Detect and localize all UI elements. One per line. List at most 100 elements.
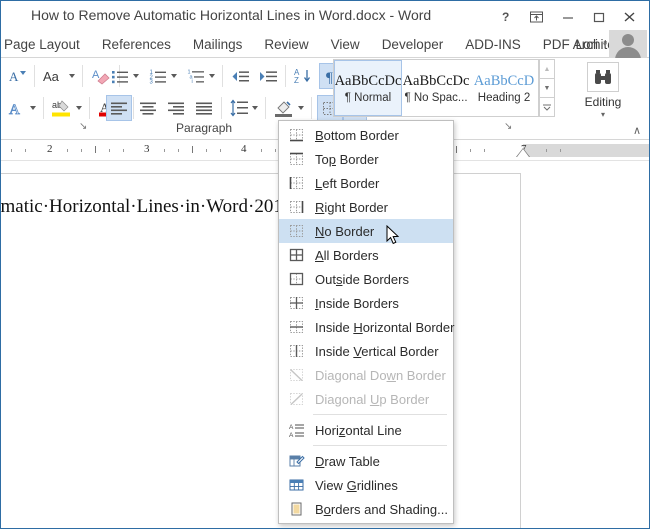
help-icon[interactable]: ? (490, 3, 521, 31)
menu-item-no-border[interactable]: No Border (279, 219, 453, 243)
divider (34, 65, 35, 87)
close-icon[interactable] (614, 3, 645, 31)
menu-item-label: Outside Borders (315, 271, 409, 287)
menu-item-label: Diagonal Down Border (315, 367, 446, 383)
avatar[interactable] (609, 30, 647, 58)
text-effects-button[interactable]: A (5, 95, 38, 121)
editing-group: Editing ▾ (575, 59, 631, 129)
ruler-number-2: 2 (47, 143, 53, 155)
minimize-icon[interactable] (552, 3, 583, 31)
menu-item-draw-table[interactable]: Draw Table (279, 449, 453, 473)
style-item-normal[interactable]: AaBbCcDc ¶ Normal (334, 60, 402, 116)
menu-item-label: View Gridlines (315, 477, 398, 493)
menu-item-label: Draw Table (315, 453, 380, 469)
increase-indent-button[interactable] (256, 63, 280, 89)
styles-scroll-down-button[interactable]: ▼ (539, 79, 555, 98)
menu-item-top-border[interactable]: Top Border (279, 147, 453, 171)
justify-button[interactable] (192, 95, 216, 121)
menu-item-inside-vertical-border[interactable]: Inside Vertical Border (279, 339, 453, 363)
shading-button[interactable] (271, 95, 306, 121)
menu-item-label: Borders and Shading... (315, 501, 448, 517)
borders-dropdown-menu: Bottom Border Top Border Left Border Rig… (278, 120, 454, 524)
paragraph-group-row-1: 1 2 3 1 a i A Z ¶ (109, 61, 343, 91)
divider (221, 97, 222, 119)
divider (285, 65, 286, 87)
border-all-icon (283, 243, 309, 267)
menu-item-left-border[interactable]: Left Border (279, 171, 453, 195)
editing-chevron-down-icon[interactable]: ▾ (601, 110, 605, 119)
align-center-button[interactable] (136, 95, 160, 121)
menu-item-inside-borders[interactable]: Inside Borders (279, 291, 453, 315)
menu-item-label: Inside Horizontal Border (315, 319, 455, 335)
style-preview: AaBbCcDc (334, 72, 402, 89)
svg-text:i: i (192, 79, 193, 85)
collapse-ribbon-button[interactable]: ∧ (633, 124, 641, 137)
tab-add-ins[interactable]: ADD-INS (454, 32, 532, 58)
tab-references[interactable]: References (91, 32, 182, 58)
svg-text:Z: Z (294, 76, 299, 85)
style-label: ¶ Normal (344, 91, 392, 104)
style-label: Heading 2 (477, 91, 531, 104)
style-item-no-spacing[interactable]: AaBbCcDc ¶ No Spac... (402, 60, 470, 116)
binoculars-icon[interactable] (587, 62, 619, 92)
chevron-down-icon (298, 106, 304, 110)
styles-more-button[interactable] (539, 98, 555, 117)
menu-item-label: No Border (315, 223, 375, 239)
ruler-tick (261, 149, 262, 152)
styles-gallery-scroll: ▲ ▼ (539, 59, 555, 117)
tab-page-layout[interactable]: Page Layout (1, 32, 91, 58)
ruler-tick (484, 149, 485, 152)
border-inside-icon (283, 291, 309, 315)
decrease-indent-button[interactable] (228, 63, 252, 89)
title-bar: How to Remove Automatic Horizontal Lines… (1, 1, 649, 32)
menu-item-horizontal-line[interactable]: A A Horizontal Line (279, 418, 453, 442)
menu-item-borders-and-shading[interactable]: Borders and Shading... (279, 497, 453, 521)
styles-scroll-up-button[interactable]: ▲ (539, 59, 555, 79)
menu-item-label: Horizontal Line (315, 422, 402, 438)
svg-text:A: A (9, 102, 20, 118)
chevron-down-icon (30, 106, 36, 110)
border-diagonal-up-icon (283, 387, 309, 411)
svg-text:A: A (289, 424, 294, 431)
ruler-tick (81, 149, 82, 152)
styles-gallery: AaBbCcDc ¶ Normal AaBbCcDc ¶ No Spac... … (333, 59, 539, 117)
numbering-button[interactable]: 1 2 3 (147, 63, 179, 89)
menu-separator (313, 414, 447, 415)
border-diagonal-down-icon (283, 363, 309, 387)
sort-button[interactable]: A Z (291, 63, 315, 89)
ribbon-display-options-icon[interactable] (521, 3, 552, 31)
text-highlight-color-button[interactable]: ab (49, 95, 84, 121)
tab-review[interactable]: Review (253, 32, 319, 58)
menu-item-inside-horizontal-border[interactable]: Inside Horizontal Border (279, 315, 455, 339)
border-bottom-icon (283, 123, 309, 147)
menu-item-label: Bottom Border (315, 127, 399, 143)
menu-item-outside-borders[interactable]: Outside Borders (279, 267, 453, 291)
border-outside-icon (283, 267, 309, 291)
tab-developer[interactable]: Developer (371, 32, 455, 58)
menu-item-right-border[interactable]: Right Border (279, 195, 453, 219)
tab-view[interactable]: View (320, 32, 371, 58)
menu-item-label: Left Border (315, 175, 380, 191)
svg-text:Aa: Aa (43, 69, 60, 84)
account-menu[interactable]: Lori ▾ (575, 32, 607, 58)
multilevel-list-button[interactable]: 1 a i (185, 63, 217, 89)
chevron-down-icon (171, 74, 177, 78)
change-case-button[interactable]: Aa (40, 63, 77, 89)
editing-group-label: Editing (584, 95, 622, 109)
style-item-heading-2[interactable]: AaBbCcD Heading 2 (470, 60, 538, 116)
shrink-font-icon[interactable]: A (5, 63, 29, 89)
ruler-tick (123, 149, 124, 152)
font-dialog-launcher[interactable]: ↘ (79, 121, 87, 132)
ruler-tick (25, 149, 26, 152)
align-left-button[interactable] (106, 95, 132, 121)
maximize-icon[interactable] (583, 3, 614, 31)
menu-item-view-gridlines[interactable]: View Gridlines (279, 473, 453, 497)
align-right-button[interactable] (164, 95, 188, 121)
menu-item-all-borders[interactable]: All Borders (279, 243, 453, 267)
menu-item-bottom-border[interactable]: Bottom Border (279, 123, 453, 147)
ruler-tick (109, 149, 110, 152)
styles-dialog-launcher[interactable]: ↘ (504, 121, 512, 132)
bullets-button[interactable] (109, 63, 141, 89)
tab-mailings[interactable]: Mailings (182, 32, 254, 58)
line-spacing-button[interactable] (227, 95, 260, 121)
